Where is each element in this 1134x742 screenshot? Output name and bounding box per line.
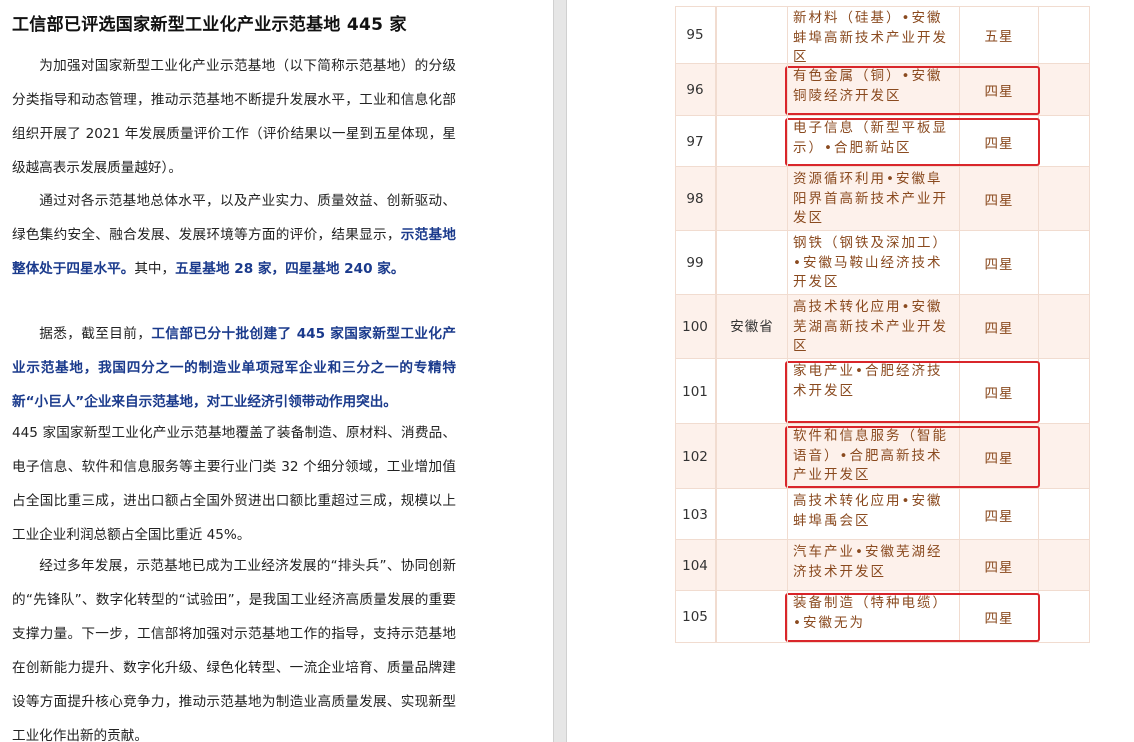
base-name: 有色金属（铜）•安徽铜陵经济开发区 [788,64,960,116]
blank-cell [1039,489,1090,540]
star-rating: 四星 [960,167,1039,231]
paragraph-2-text: 通过对各示范基地总体水平，以及产业实力、质量效益、创新驱动、绿色集约安全、融合发… [12,193,456,243]
base-name: 汽车产业•安徽芜湖经济技术开发区 [788,540,960,591]
paragraph-3-text: 据悉，截至目前， [39,326,152,342]
page-gutter [553,0,567,742]
base-name: 高技术转化应用•安徽芜湖高新技术产业开发区 [788,295,960,359]
base-name: 家电产业•合肥经济技术开发区 [788,359,960,424]
star-rating: 四星 [960,591,1039,643]
row-index: 100 [675,295,716,359]
blank-cell [1039,64,1090,116]
paragraph-3: 据悉，截至目前，工信部已分十批创建了 445 家国家新型工业化产业示范基地，我国… [12,317,456,419]
document-page-left: 工信部已评选国家新型工业化产业示范基地 445 家 为加强对国家新型工业化产业示… [0,0,553,742]
star-rating: 五星 [960,6,1039,64]
paragraph-2-emphasis-2: 五星基地 28 家，四星基地 240 家。 [175,261,405,277]
star-rating: 四星 [960,295,1039,359]
row-index: 95 [675,6,716,64]
star-rating: 四星 [960,489,1039,540]
row-index: 99 [675,231,716,295]
paragraph-2-text-2: 其中， [134,261,176,277]
star-rating: 四星 [960,64,1039,116]
base-name: 高技术转化应用•安徽蚌埠禹会区 [788,489,960,540]
row-index: 96 [675,64,716,116]
blank-cell [1039,231,1090,295]
blank-cell [1039,540,1090,591]
blank-cell [1039,295,1090,359]
star-rating: 四星 [960,231,1039,295]
row-index: 97 [675,116,716,167]
paragraph-4: 445 家国家新型工业化产业示范基地覆盖了装备制造、原材料、消费品、电子信息、软… [12,425,456,543]
row-index: 98 [675,167,716,231]
star-rating: 四星 [960,116,1039,167]
document-title: 工信部已评选国家新型工业化产业示范基地 445 家 [12,15,407,35]
row-index: 104 [675,540,716,591]
star-rating: 四星 [960,359,1039,424]
blank-cell [1039,591,1090,643]
star-rating: 四星 [960,424,1039,489]
paragraph-2: 通过对各示范基地总体水平，以及产业实力、质量效益、创新驱动、绿色集约安全、融合发… [12,184,456,286]
base-name: 软件和信息服务（智能语音）•合肥高新技术产业开发区 [788,424,960,489]
blank-cell [1039,359,1090,424]
blank-cell [1039,6,1090,64]
base-name: 资源循环利用•安徽阜阳界首高新技术产业开发区 [788,167,960,231]
blank-cell [1039,116,1090,167]
paragraph-5: 经过多年发展，示范基地已成为工业经济发展的“排头兵”、协同创新的“先锋队”、数字… [12,558,456,742]
blank-cell [1039,424,1090,489]
row-index: 103 [675,489,716,540]
row-index: 102 [675,424,716,489]
base-name: 新材料（硅基）•安徽蚌埠高新技术产业开发区 [788,6,960,65]
base-name: 装备制造（特种电缆）•安徽无为 [788,591,960,643]
star-rating: 四星 [960,540,1039,591]
province-cell: 安徽省 [716,6,788,643]
base-name: 电子信息（新型平板显示）•合肥新站区 [788,116,960,167]
row-index: 101 [675,359,716,424]
paragraph-1: 为加强对国家新型工业化产业示范基地（以下简称示范基地）的分级分类指导和动态管理，… [12,58,456,176]
base-name: 钢铁（钢铁及深加工）•安徽马鞍山经济技术开发区 [788,231,960,295]
blank-cell [1039,167,1090,231]
row-index: 105 [675,591,716,643]
